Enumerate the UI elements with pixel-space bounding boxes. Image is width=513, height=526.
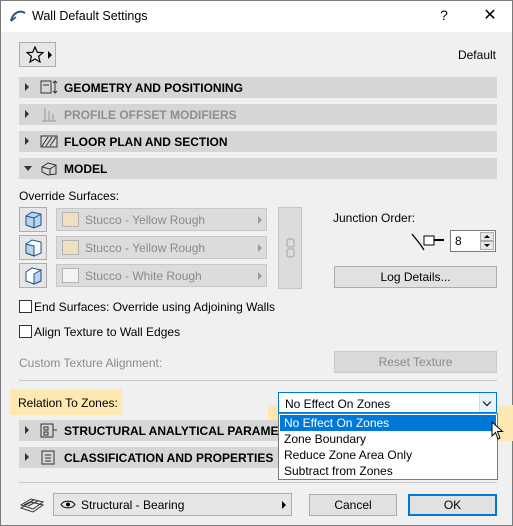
junction-order-icon	[411, 233, 444, 251]
panel-title: CLASSIFICATION AND PROPERTIES	[64, 451, 274, 465]
wall-side-icon	[25, 211, 42, 229]
expand-arrow-icon	[25, 137, 29, 145]
surface-side-1-button[interactable]	[19, 207, 47, 232]
override-surfaces-label: Override Surfaces:	[19, 189, 120, 203]
layer-select[interactable]: Structural - Bearing	[53, 493, 292, 516]
end-surfaces-label: End Surfaces: Override using Adjoining W…	[34, 300, 276, 314]
surface-name: Stucco - Yellow Rough	[85, 241, 206, 255]
help-button[interactable]: ?	[429, 7, 459, 27]
surface-swatch	[62, 212, 79, 227]
geometry-icon	[40, 80, 58, 94]
align-texture-label: Align Texture to Wall Edges	[34, 325, 181, 339]
wall-edge-icon	[25, 267, 42, 285]
log-details-button[interactable]: Log Details...	[334, 266, 497, 288]
expand-arrow-icon	[25, 453, 29, 461]
wall-default-settings-dialog: Wall Default Settings ? ✕ Default GEOMET…	[0, 0, 513, 526]
star-icon	[26, 46, 44, 63]
ok-button[interactable]: OK	[408, 494, 497, 516]
junction-order-value: 8	[455, 234, 462, 248]
junction-order-stepper[interactable]: 8	[450, 230, 496, 252]
panel-floor-plan-and-section[interactable]: FLOOR PLAN AND SECTION	[19, 131, 497, 152]
option-reduce-zone-area-only[interactable]: Reduce Zone Area Only	[280, 447, 496, 463]
divider	[19, 482, 497, 483]
expand-arrow-icon	[25, 83, 29, 91]
title-bar: Wall Default Settings ? ✕	[1, 1, 512, 32]
cancel-button[interactable]: Cancel	[309, 494, 397, 516]
collapse-arrow-icon	[24, 166, 32, 171]
panel-title: MODEL	[64, 162, 108, 176]
reset-texture-button[interactable]: Reset Texture	[334, 351, 497, 373]
layer-icon	[19, 498, 45, 513]
panel-title: FLOOR PLAN AND SECTION	[64, 135, 228, 149]
archicad-icon	[10, 10, 26, 22]
eye-icon	[60, 500, 76, 509]
mouse-cursor-icon	[491, 421, 504, 440]
chevron-down-icon[interactable]	[479, 393, 496, 412]
panel-model[interactable]: MODEL	[19, 158, 497, 179]
wall-side-icon	[25, 239, 42, 257]
surface-edge-button[interactable]	[19, 263, 47, 288]
surface-name: Stucco - White Rough	[85, 269, 202, 283]
expand-arrow-icon	[25, 426, 29, 434]
chevron-right-icon	[48, 51, 52, 59]
align-texture-checkbox[interactable]	[19, 325, 32, 338]
relation-to-zones-label: Relation To Zones:	[18, 396, 118, 410]
window-title: Wall Default Settings	[32, 9, 148, 23]
option-no-effect-on-zones[interactable]: No Effect On Zones	[280, 415, 496, 431]
default-label: Default	[457, 48, 496, 62]
structural-icon	[40, 423, 57, 438]
junction-order-label: Junction Order:	[333, 211, 416, 225]
expand-arrow-icon	[25, 110, 29, 118]
floor-plan-icon	[40, 135, 58, 148]
favorites-button[interactable]	[19, 42, 56, 67]
stepper-down-button[interactable]	[480, 241, 494, 250]
panel-profile-offset-modifiers[interactable]: PROFILE OFFSET MODIFIERS	[19, 104, 497, 125]
profile-offset-icon	[42, 108, 56, 122]
option-zone-boundary[interactable]: Zone Boundary	[280, 431, 496, 447]
surface-side-2-button[interactable]	[19, 235, 47, 260]
panel-title: STRUCTURAL ANALYTICAL PARAMETERS	[64, 424, 311, 438]
panel-title: GEOMETRY AND POSITIONING	[64, 81, 243, 95]
relation-to-zones-select[interactable]: No Effect On Zones	[278, 392, 497, 413]
panel-title: PROFILE OFFSET MODIFIERS	[64, 108, 237, 122]
surface-swatch	[62, 240, 79, 255]
chevron-right-icon	[258, 216, 262, 224]
close-button[interactable]: ✕	[475, 5, 505, 27]
surface-swatch	[62, 268, 79, 283]
surface-2-select[interactable]: Stucco - Yellow Rough	[56, 236, 267, 259]
chevron-right-icon	[282, 501, 286, 509]
classification-icon	[41, 450, 55, 465]
panel-geometry-and-positioning[interactable]: GEOMETRY AND POSITIONING	[19, 77, 497, 98]
stepper-up-button[interactable]	[480, 232, 494, 241]
custom-texture-alignment-label: Custom Texture Alignment:	[19, 356, 163, 370]
layer-value: Structural - Bearing	[81, 498, 185, 512]
model-icon	[41, 162, 57, 176]
divider	[19, 380, 497, 381]
surface-1-select[interactable]: Stucco - Yellow Rough	[56, 208, 267, 231]
chevron-right-icon	[258, 272, 262, 280]
option-subtract-from-zones[interactable]: Subtract from Zones	[280, 463, 496, 479]
link-surfaces-button[interactable]	[278, 207, 302, 289]
relation-to-zones-dropdown: No Effect On Zones Zone Boundary Reduce …	[278, 413, 498, 480]
chain-link-icon	[286, 238, 295, 258]
relation-to-zones-highlight: Relation To Zones:	[10, 389, 122, 415]
end-surfaces-checkbox[interactable]	[19, 300, 32, 313]
surface-3-select[interactable]: Stucco - White Rough	[56, 264, 267, 287]
relation-to-zones-value: No Effect On Zones	[285, 397, 391, 411]
chevron-right-icon	[258, 244, 262, 252]
surface-name: Stucco - Yellow Rough	[85, 213, 206, 227]
